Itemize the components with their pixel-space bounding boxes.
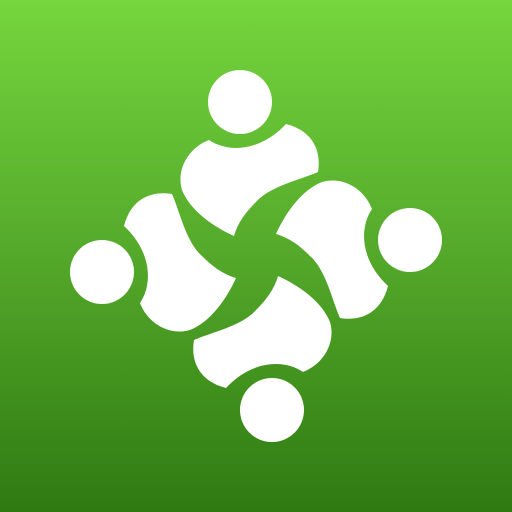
four-people-circle-icon [70, 70, 442, 442]
app-icon [0, 0, 512, 512]
